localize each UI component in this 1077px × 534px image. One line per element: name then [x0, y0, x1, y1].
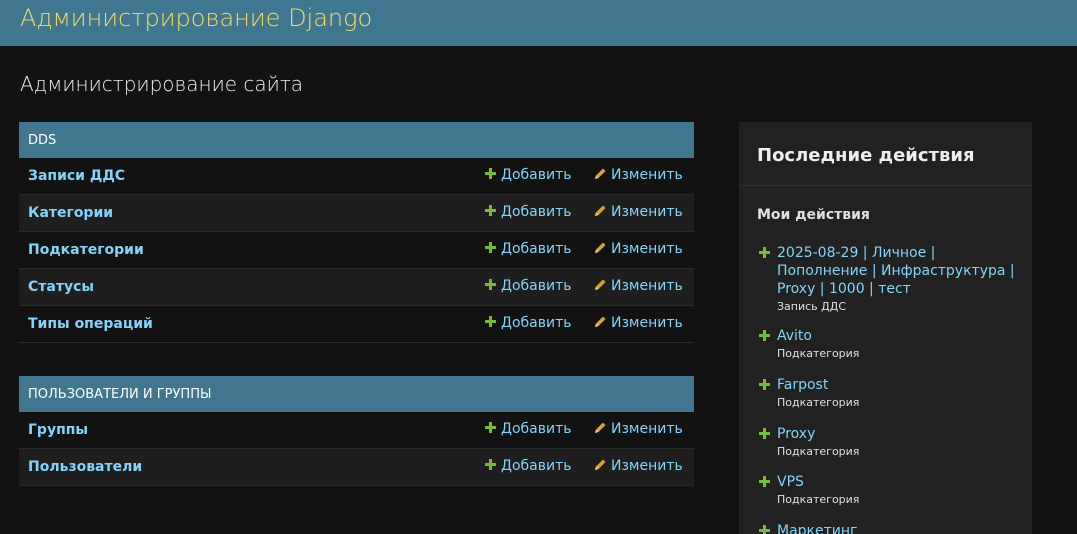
pencil-icon: [595, 459, 606, 470]
change-label: Изменить: [611, 458, 683, 474]
add-link[interactable]: Добавить: [485, 278, 571, 294]
recent-action-type: Запись ДДС: [777, 300, 847, 313]
add-label: Добавить: [501, 167, 572, 183]
pencil-icon: [595, 205, 606, 216]
header: Администрирование Django: [0, 0, 1077, 46]
recent-action-item: Маркетинг: [759, 522, 1019, 534]
module-caption[interactable]: ПОЛЬЗОВАТЕЛИ И ГРУППЫ: [19, 376, 694, 412]
recent-actions-title: Последние действия: [757, 145, 975, 166]
change-label: Изменить: [611, 167, 683, 183]
add-label: Добавить: [501, 204, 572, 220]
model-link[interactable]: Группы: [28, 422, 88, 438]
model-link[interactable]: Типы операций: [28, 316, 153, 332]
add-label: Добавить: [501, 241, 572, 257]
change-link[interactable]: Изменить: [594, 278, 683, 294]
add-link[interactable]: Добавить: [485, 241, 571, 257]
change-link[interactable]: Изменить: [594, 315, 683, 331]
plus-icon: [759, 428, 770, 439]
recent-action-type: Подкатегория: [777, 445, 860, 458]
add-link[interactable]: Добавить: [485, 315, 571, 331]
recent-action-link[interactable]: Avito: [777, 327, 1019, 345]
plus-icon: [485, 242, 496, 253]
pencil-icon: [595, 422, 606, 433]
change-label: Изменить: [611, 421, 683, 437]
site-branding[interactable]: Администрирование Django: [20, 4, 372, 32]
model-row-categories: Категории Добавить Изменить: [19, 195, 694, 232]
add-label: Добавить: [501, 315, 572, 331]
model-row-operation-types: Типы операций Добавить Изменить: [19, 306, 694, 343]
recent-actions-panel: Последние действия Мои действия 2025-08-…: [739, 122, 1032, 534]
module-auth: ПОЛЬЗОВАТЕЛИ И ГРУППЫ Группы Добавить Из…: [19, 376, 694, 486]
model-row-groups: Группы Добавить Изменить: [19, 412, 694, 449]
plus-icon: [759, 525, 770, 534]
recent-action-item: VPS Подкатегория: [759, 473, 1019, 506]
plus-icon: [485, 279, 496, 290]
model-link[interactable]: Записи ДДС: [28, 168, 125, 184]
change-label: Изменить: [611, 204, 683, 220]
my-actions-heading: Мои действия: [757, 207, 870, 223]
plus-icon: [759, 247, 770, 258]
plus-icon: [485, 422, 496, 433]
recent-action-item: Farpost Подкатегория: [759, 376, 1019, 409]
module-caption[interactable]: DDS: [19, 122, 694, 158]
recent-action-type: Подкатегория: [777, 396, 860, 409]
plus-icon: [485, 316, 496, 327]
pencil-icon: [595, 279, 606, 290]
page-title: Администрирование сайта: [20, 72, 304, 96]
add-link[interactable]: Добавить: [485, 421, 571, 437]
plus-icon: [759, 379, 770, 390]
model-row-users: Пользователи Добавить Изменить: [19, 449, 694, 486]
add-label: Добавить: [501, 421, 572, 437]
change-label: Изменить: [611, 315, 683, 331]
change-link[interactable]: Изменить: [594, 421, 683, 437]
plus-icon: [759, 476, 770, 487]
model-row-statuses: Статусы Добавить Изменить: [19, 269, 694, 306]
add-label: Добавить: [501, 278, 572, 294]
recent-action-item: Proxy Подкатегория: [759, 425, 1019, 458]
recent-action-type: Подкатегория: [777, 347, 860, 360]
model-row-dds-records: Записи ДДС Добавить Изменить: [19, 158, 694, 195]
recent-action-link[interactable]: Proxy: [777, 425, 1019, 443]
model-link[interactable]: Статусы: [28, 279, 94, 295]
change-link[interactable]: Изменить: [594, 167, 683, 183]
module-dds: DDS Записи ДДС Добавить Изменить Категор…: [19, 122, 694, 343]
pencil-icon: [595, 242, 606, 253]
plus-icon: [485, 168, 496, 179]
model-row-subcategories: Подкатегории Добавить Изменить: [19, 232, 694, 269]
add-label: Добавить: [501, 458, 572, 474]
add-link[interactable]: Добавить: [485, 204, 571, 220]
add-link[interactable]: Добавить: [485, 458, 571, 474]
plus-icon: [759, 330, 770, 341]
recent-action-item: 2025-08-29 | Личное | Пополнение | Инфра…: [759, 244, 1019, 313]
change-link[interactable]: Изменить: [594, 204, 683, 220]
model-link[interactable]: Категории: [28, 205, 113, 221]
plus-icon: [485, 459, 496, 470]
pencil-icon: [595, 168, 606, 179]
recent-action-link[interactable]: Farpost: [777, 376, 1019, 394]
pencil-icon: [595, 316, 606, 327]
divider: [739, 185, 1032, 186]
recent-action-link[interactable]: VPS: [777, 473, 1019, 491]
model-link[interactable]: Подкатегории: [28, 242, 144, 258]
recent-action-link[interactable]: 2025-08-29 | Личное | Пополнение | Инфра…: [777, 244, 1019, 298]
recent-action-item: Avito Подкатегория: [759, 327, 1019, 360]
model-link[interactable]: Пользователи: [28, 459, 142, 475]
add-link[interactable]: Добавить: [485, 167, 571, 183]
change-label: Изменить: [611, 241, 683, 257]
recent-action-type: Подкатегория: [777, 493, 860, 506]
change-link[interactable]: Изменить: [594, 458, 683, 474]
recent-action-link[interactable]: Маркетинг: [777, 522, 1019, 534]
change-link[interactable]: Изменить: [594, 241, 683, 257]
change-label: Изменить: [611, 278, 683, 294]
plus-icon: [485, 205, 496, 216]
